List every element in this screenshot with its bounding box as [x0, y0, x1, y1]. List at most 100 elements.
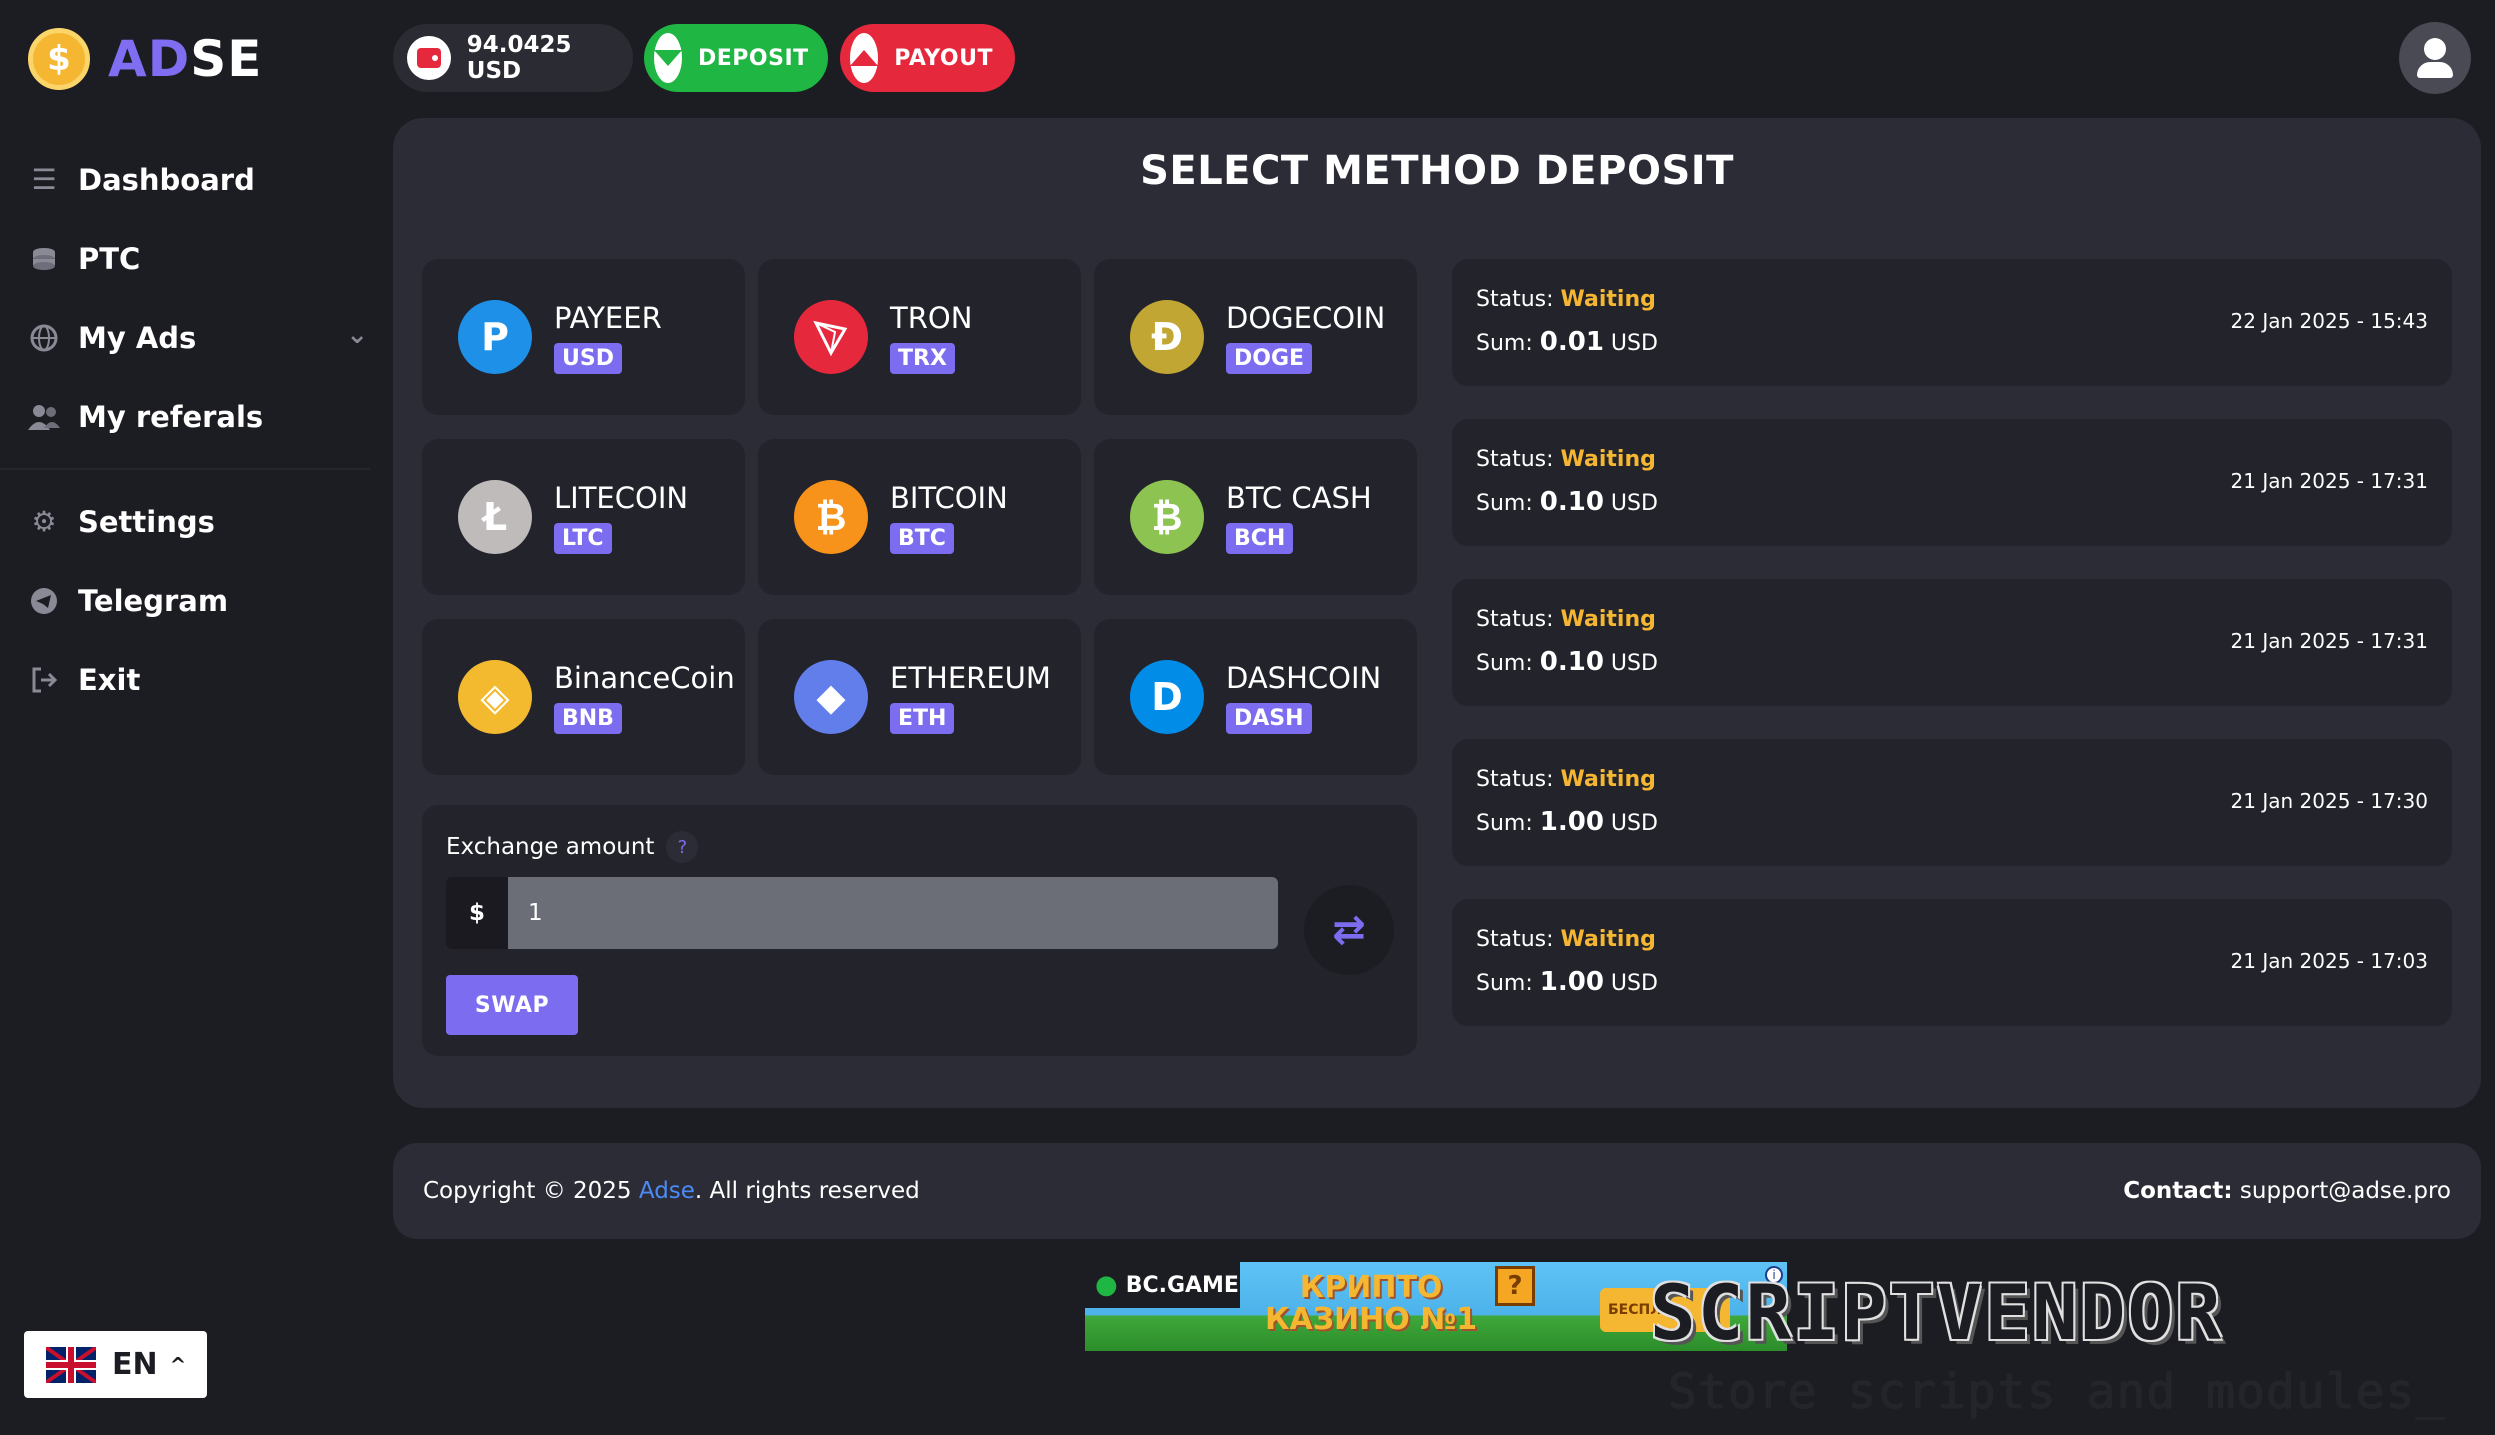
sum-label: Sum:: [1476, 811, 1533, 836]
sidebar-item-label: Dashboard: [78, 162, 255, 197]
history-status: Status: Waiting: [1476, 767, 1656, 792]
method-name: BTC CASH: [1226, 480, 1372, 515]
help-icon[interactable]: ?: [666, 831, 699, 863]
logo[interactable]: $ ADSE: [28, 28, 262, 90]
method-ethereum[interactable]: ◆ ETHEREUM ETH: [758, 619, 1081, 775]
method-name: ETHEREUM: [890, 660, 1051, 695]
contact-email[interactable]: support@adse.pro: [2240, 1178, 2451, 1204]
brand-name-ad: AD: [108, 30, 191, 88]
ad-logo-text: BC.GAME: [1125, 1272, 1239, 1298]
status-value: Waiting: [1560, 447, 1656, 472]
tron-icon: [794, 300, 868, 374]
method-dogecoin[interactable]: Ð DOGECOIN DOGE: [1094, 259, 1417, 415]
sidebar-item-label: Settings: [78, 504, 215, 539]
gear-icon: ⚙: [31, 505, 57, 538]
history-sum: Sum: 0.10 USD: [1476, 487, 1658, 517]
status-label: Status:: [1476, 287, 1554, 312]
method-tag: BTC: [890, 522, 954, 554]
sidebar-item-label: My referals: [78, 399, 264, 434]
footer-brand-link[interactable]: Adse: [639, 1178, 695, 1204]
bitcoin-icon: ₿: [794, 480, 868, 554]
sum-currency: USD: [1610, 491, 1658, 516]
brand-name-se: SE: [190, 30, 263, 88]
swap-arrows-icon[interactable]: ⇄: [1304, 885, 1394, 975]
page-title: SELECT METHOD DEPOSIT: [1140, 148, 1734, 194]
status-value: Waiting: [1560, 607, 1656, 632]
ad-headline: КРИПТО КАЗИНО №1: [1265, 1272, 1477, 1336]
sidebar-item-exit[interactable]: Exit: [28, 640, 368, 719]
copyright: Copyright © 2025 Adse. All rights reserv…: [423, 1178, 920, 1204]
sidebar-divider: [0, 468, 370, 470]
sidebar-item-ptc[interactable]: PTC: [28, 219, 368, 298]
history-date: 21 Jan 2025 - 17:03: [2230, 949, 2428, 973]
method-tron[interactable]: TRON TRX: [758, 259, 1081, 415]
swap-button[interactable]: SWAP: [446, 975, 578, 1035]
deposit-history-item: Status: Waiting Sum: 1.00 USD 21 Jan 202…: [1452, 899, 2452, 1026]
sum-amount: 0.01: [1539, 327, 1604, 357]
litecoin-icon: Ł: [458, 480, 532, 554]
status-label: Status:: [1476, 927, 1554, 952]
sidebar-item-telegram[interactable]: Telegram: [28, 561, 368, 640]
sidebar-item-my-ads[interactable]: My Ads ⌄: [28, 298, 368, 377]
exchange-form: Exchange amount ? $ ⇄ SWAP: [422, 805, 1417, 1056]
exchange-amount-text: Exchange amount: [446, 834, 655, 860]
method-litecoin[interactable]: Ł LITECOIN LTC: [422, 439, 745, 595]
status-value: Waiting: [1560, 767, 1656, 792]
deposit-button[interactable]: DEPOSIT: [644, 24, 828, 92]
exchange-input-group: $: [446, 877, 1278, 949]
method-tag: BCH: [1226, 522, 1294, 554]
sidebar-item-dashboard[interactable]: ☰ Dashboard: [28, 140, 368, 219]
history-date: 21 Jan 2025 - 17:31: [2230, 469, 2428, 493]
wallet-icon: [407, 36, 451, 80]
deposit-history-item: Status: Waiting Sum: 0.10 USD 21 Jan 202…: [1452, 579, 2452, 706]
telegram-icon: [28, 585, 60, 617]
method-btc-cash[interactable]: ₿ BTC CASH BCH: [1094, 439, 1417, 595]
method-bitcoin[interactable]: ₿ BITCOIN BTC: [758, 439, 1081, 595]
deposit-history-item: Status: Waiting Sum: 0.01 USD 22 Jan 202…: [1452, 259, 2452, 386]
sum-currency: USD: [1610, 971, 1658, 996]
globe-icon: [28, 322, 60, 354]
sum-currency: USD: [1610, 811, 1658, 836]
deposit-history-item: Status: Waiting Sum: 0.10 USD 21 Jan 202…: [1452, 419, 2452, 546]
language-selector[interactable]: EN ^: [24, 1331, 207, 1398]
method-name: DOGECOIN: [1226, 300, 1386, 335]
currency-prefix: $: [446, 877, 508, 949]
method-dashcoin[interactable]: D DASHCOIN DASH: [1094, 619, 1417, 775]
sidebar-item-label: Telegram: [78, 583, 229, 618]
watermark-subtitle: Store scripts and modules_: [1668, 1364, 2446, 1420]
history-sum: Sum: 0.01 USD: [1476, 327, 1658, 357]
payeer-icon: P: [458, 300, 532, 374]
deposit-label: DEPOSIT: [698, 45, 809, 71]
deposit-panel: SELECT METHOD DEPOSIT P PAYEER USD TRON TR…: [393, 118, 2481, 1108]
sidebar-item-label: PTC: [78, 241, 141, 276]
method-binancecoin[interactable]: ◈ BinanceCoin BNB: [422, 619, 745, 775]
method-payeer[interactable]: P PAYEER USD: [422, 259, 745, 415]
exchange-amount-input[interactable]: [508, 877, 1278, 949]
sidebar-item-settings[interactable]: ⚙ Settings: [28, 482, 368, 561]
sum-amount: 0.10: [1539, 647, 1604, 677]
exchange-amount-label: Exchange amount ?: [446, 831, 699, 863]
method-name: LITECOIN: [554, 480, 689, 515]
ad-logo: ● BC.GAME: [1085, 1262, 1240, 1308]
uk-flag-icon: [46, 1346, 96, 1383]
sidebar-item-my-referals[interactable]: My referals: [28, 377, 368, 456]
sum-currency: USD: [1610, 331, 1658, 356]
user-avatar[interactable]: [2399, 22, 2471, 94]
sidebar-item-label: Exit: [78, 662, 141, 697]
method-name: BITCOIN: [890, 480, 1008, 515]
sum-amount: 0.10: [1539, 487, 1604, 517]
dogecoin-icon: Ð: [1130, 300, 1204, 374]
history-sum: Sum: 0.10 USD: [1476, 647, 1658, 677]
method-name: TRON: [890, 300, 973, 335]
chevron-down-icon[interactable]: ⌄: [346, 320, 368, 350]
ethereum-icon: ◆: [794, 660, 868, 734]
sum-label: Sum:: [1476, 971, 1533, 996]
chevron-up-icon: ^: [169, 1352, 187, 1377]
method-tag: BNB: [554, 702, 622, 734]
dash-icon: D: [1130, 660, 1204, 734]
balance-amount: 94.0425 USD: [466, 32, 572, 84]
sum-amount: 1.00: [1539, 807, 1604, 837]
payout-button[interactable]: PAYOUT: [840, 24, 1015, 92]
bc-game-logo-icon: ●: [1095, 1270, 1118, 1300]
deposit-history-item: Status: Waiting Sum: 1.00 USD 21 Jan 202…: [1452, 739, 2452, 866]
